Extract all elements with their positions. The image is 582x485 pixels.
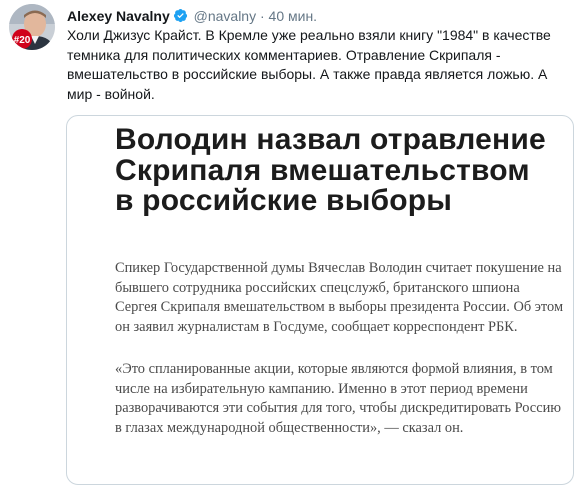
author-name[interactable]: Alexey Navalny [67,8,170,24]
avatar-badge: #20 [14,35,31,46]
tweet-header: Alexey Navalny @navalny · 40 мин. [67,6,317,28]
avatar-photo: #20 [9,4,55,50]
verified-badge-icon [173,8,188,28]
card-paragraph: Спикер Государственной думы Вячеслав Вол… [115,260,564,335]
tweet-text: Холи Джизус Крайст. В Кремле уже реально… [67,27,551,102]
header-separator: · [259,8,265,24]
card-title: Володин назвал отравление Скрипаля вмеша… [115,123,546,217]
avatar[interactable]: #20 [9,4,55,50]
link-preview-card[interactable]: Володин назвал отравление Скрипаля вмеша… [66,115,574,485]
card-paragraph-quote: «Это спланированные акции, которые являю… [115,361,562,436]
author-handle[interactable]: @navalny [194,8,256,24]
tweet-timestamp[interactable]: 40 мин. [269,8,318,24]
